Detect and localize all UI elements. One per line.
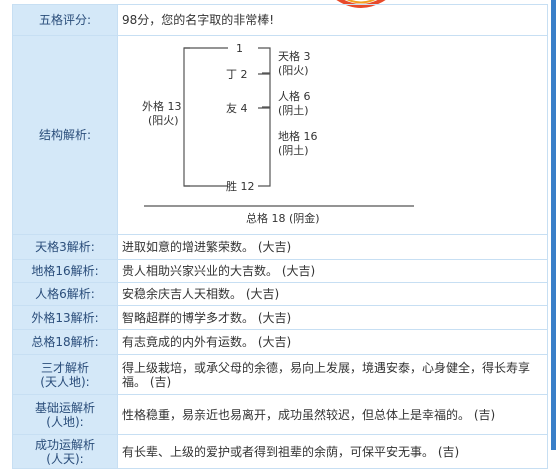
sancai-analysis-value: 得上级栽培，或承父母的余德，易向上发展，境遇安泰，心身健全，得长寿享福。 (吉) xyxy=(117,354,548,395)
analysis-row: 外格13解析: 智略超群的博学多才数。 (大吉) xyxy=(12,305,548,330)
structure-diagram: 1 丁 2 友 4 胜 12 外格 13 (阳火) 天格 3 (阳火) 人格 6… xyxy=(142,42,414,225)
tian-grid-element: (阳火) xyxy=(278,64,309,77)
tian-grid-label: 天格 3 xyxy=(278,49,311,63)
analysis-row: 人格6解析: 安稳余庆吉人天相数。 (大吉) xyxy=(12,282,548,306)
di-grid-label: 地格 16 xyxy=(278,129,318,143)
page-scrollbar-edge xyxy=(551,0,556,450)
di-grid-element: (阴土) xyxy=(278,144,309,157)
analysis-row: 地格16解析: 贵人相助兴家兴业的大吉数。 (大吉) xyxy=(12,259,548,283)
outer-grid-element: (阳火) xyxy=(148,114,179,127)
analysis-row: 基础运解析 (人地): 性格稳重，易亲近也易离开，成功虽然较迟，但总体上是幸福的… xyxy=(12,394,548,435)
tian-bracket xyxy=(258,47,271,74)
structure-row: 结构解析: 1 丁 2 友 4 胜 12 外格 13 (阳火) 天格 3 (阳火… xyxy=(12,35,548,235)
score-label: 五格评分: xyxy=(12,4,118,36)
name-analysis-table: 五格评分: 98分，您的名字取的非常棒! 结构解析: 1 丁 2 友 4 胜 1… xyxy=(12,4,548,469)
tian-analysis-label: 天格3解析: xyxy=(12,234,118,260)
score-row: 五格评分: 98分，您的名字取的非常棒! xyxy=(12,4,548,36)
zong-analysis-label: 总格18解析: xyxy=(12,329,118,355)
jichu-analysis-label: 基础运解析 (人地): xyxy=(12,394,118,435)
di-analysis-value: 贵人相助兴家兴业的大吉数。 (大吉) xyxy=(117,259,548,283)
chenggong-analysis-label: 成功运解析 (人天): xyxy=(12,434,118,469)
outer-grid-label: 外格 13 xyxy=(142,99,182,113)
char-row-4: 胜 12 xyxy=(226,179,255,193)
char-row-1: 1 xyxy=(236,42,243,55)
wai-analysis-label: 外格13解析: xyxy=(12,305,118,330)
total-grid-label: 总格 18 (阴金) xyxy=(246,211,320,225)
ren-grid-element: (阴土) xyxy=(278,104,309,117)
tian-analysis-value: 进取如意的增进繁荣数。 (大吉) xyxy=(117,234,548,260)
analysis-row: 总格18解析: 有志竟成的内外有运数。 (大吉) xyxy=(12,329,548,355)
structure-label: 结构解析: xyxy=(12,35,118,235)
di-bracket xyxy=(258,107,271,187)
char-row-2: 丁 2 xyxy=(226,68,248,81)
chenggong-analysis-value: 有长辈、上级的爱护或者得到祖辈的余荫，可保平安无事。 (吉) xyxy=(117,434,548,469)
analysis-row: 天格3解析: 进取如意的增进繁荣数。 (大吉) xyxy=(12,234,548,260)
analysis-row: 成功运解析 (人天): 有长辈、上级的爱护或者得到祖辈的余荫，可保平安无事。 (… xyxy=(12,434,548,469)
zong-analysis-value: 有志竟成的内外有运数。 (大吉) xyxy=(117,329,548,355)
char-row-3: 友 4 xyxy=(226,101,248,115)
structure-diagram-cell: 1 丁 2 友 4 胜 12 外格 13 (阳火) 天格 3 (阳火) 人格 6… xyxy=(117,35,548,235)
ren-analysis-value: 安稳余庆吉人天相数。 (大吉) xyxy=(117,282,548,306)
jichu-analysis-value: 性格稳重，易亲近也易离开，成功虽然较迟，但总体上是幸福的。 (吉) xyxy=(117,394,548,435)
wai-analysis-value: 智略超群的博学多才数。 (大吉) xyxy=(117,305,548,330)
score-value: 98分，您的名字取的非常棒! xyxy=(117,4,548,36)
ren-bracket xyxy=(258,73,271,108)
ren-analysis-label: 人格6解析: xyxy=(12,282,118,306)
di-analysis-label: 地格16解析: xyxy=(12,259,118,283)
ren-grid-label: 人格 6 xyxy=(278,89,311,103)
analysis-row: 三才解析 (天人地): 得上级栽培，或承父母的余德，易向上发展，境遇安泰，心身健… xyxy=(12,354,548,395)
outer-bracket xyxy=(183,47,190,187)
sancai-analysis-label: 三才解析 (天人地): xyxy=(12,354,118,395)
